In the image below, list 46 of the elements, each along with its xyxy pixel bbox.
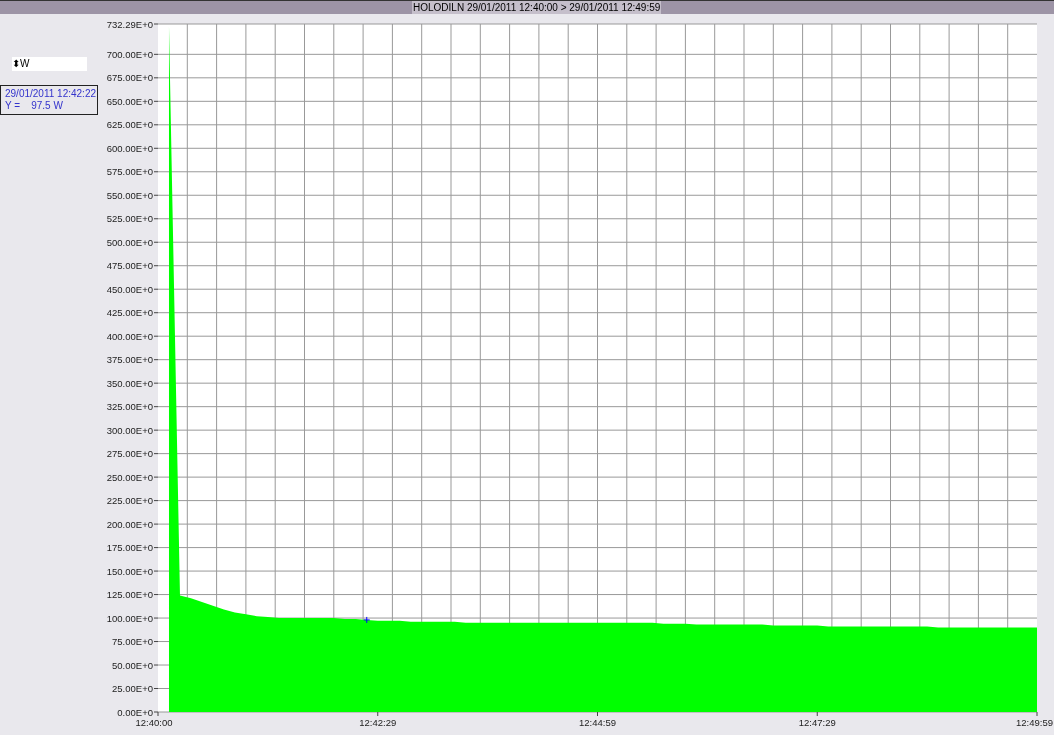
y-tick: 75.00E+0	[112, 636, 159, 648]
spinner-icon: ⬍	[12, 59, 20, 69]
y-tick: 125.00E+0	[106, 589, 159, 601]
cursor-marker-icon	[363, 616, 371, 624]
y-tick: 700.00E+0	[106, 48, 159, 60]
window-title: HOLODILN 29/01/2011 12:40:00 > 29/01/2011 12:49:59	[412, 1, 662, 14]
x-tick: 12:44:59	[579, 711, 616, 728]
y-tick: 175.00E+0	[106, 542, 159, 554]
x-tick-label: 12:42:29	[359, 717, 397, 728]
y-tick: 250.00E+0	[106, 471, 159, 483]
y-tick: 400.00E+0	[106, 330, 159, 342]
y-tick: 625.00E+0	[106, 119, 159, 131]
y-tick: 150.00E+0	[106, 565, 159, 577]
y-tick: 500.00E+0	[106, 236, 159, 248]
y-tick: 600.00E+0	[106, 142, 159, 154]
x-tick-label: 12:49:59	[1016, 717, 1053, 728]
y-tick: 325.00E+0	[106, 401, 159, 413]
y-tick: 425.00E+0	[106, 307, 159, 319]
x-tick-label: 12:44:59	[579, 717, 616, 728]
y-tick: 450.00E+0	[106, 283, 159, 295]
readout-value: Y = 97.5 W	[5, 100, 64, 112]
y-tick: 375.00E+0	[106, 354, 159, 366]
y-tick: 525.00E+0	[106, 213, 159, 225]
y-tick-label: 25.00E+0	[112, 683, 153, 695]
unit-select[interactable]: ⬍W	[12, 57, 87, 71]
x-tick: 12:42:29	[359, 711, 397, 728]
y-tick: 300.00E+0	[106, 424, 159, 436]
y-tick: 675.00E+0	[106, 72, 159, 84]
y-tick: 200.00E+0	[106, 518, 159, 530]
y-tick: 650.00E+0	[106, 95, 159, 107]
y-tick: 225.00E+0	[106, 495, 159, 507]
y-tick: 25.00E+0	[112, 683, 159, 694]
y-tick: 0.00E+0	[117, 706, 159, 718]
y-tick: 575.00E+0	[106, 166, 159, 178]
y-tick: 550.00E+0	[106, 189, 159, 201]
y-tick: 475.00E+0	[106, 260, 159, 272]
y-tick: 732.29E+0	[106, 18, 159, 30]
x-tick: 12:49:59	[1016, 711, 1053, 728]
x-tick: 12:47:29	[798, 711, 836, 728]
y-tick: 50.00E+0	[112, 659, 159, 671]
unit-value: W	[20, 59, 30, 69]
y-tick: 100.00E+0	[106, 612, 159, 624]
y-tick: 275.00E+0	[106, 448, 159, 460]
x-tick-label: 12:40:00	[135, 717, 173, 728]
y-tick: 350.00E+0	[106, 377, 159, 389]
x-tick-label: 12:47:29	[798, 717, 836, 728]
